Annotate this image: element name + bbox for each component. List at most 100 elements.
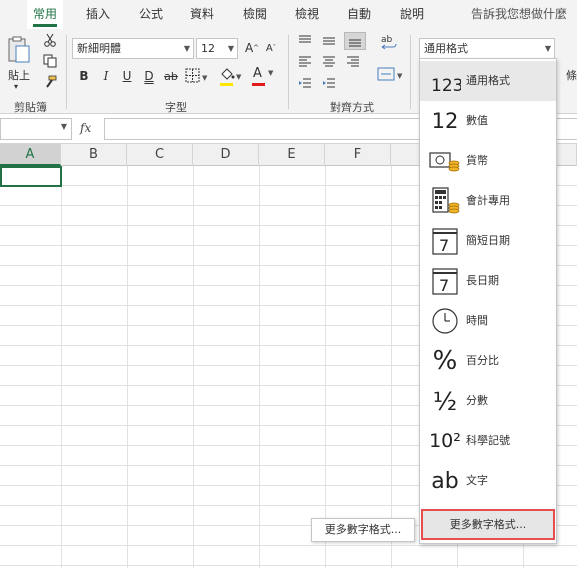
tab-review[interactable]: 檢閱 [243, 0, 267, 29]
ribbon-tabs: 常用 插入 公式 資料 檢閱 檢視 自動 說明 告訴我您想做什麼 [0, 0, 577, 29]
column-header-e[interactable]: E [259, 144, 325, 166]
tell-me-search[interactable]: 告訴我您想做什麼 [471, 0, 567, 29]
clock-icon [428, 301, 462, 341]
column-header-a[interactable]: A [0, 144, 61, 166]
increase-indent-icon[interactable] [320, 77, 338, 91]
double-underline-button[interactable]: D [140, 67, 158, 85]
format-item-short-date[interactable]: 7 簡短日期 [420, 221, 556, 261]
text-ab-icon: ab [431, 468, 459, 494]
column-header-b[interactable]: B [61, 144, 127, 166]
align-middle-icon[interactable] [320, 34, 338, 48]
grow-font-icon[interactable]: A ^ [243, 38, 261, 58]
format-label: 時間 [466, 314, 488, 327]
svg-text:123: 123 [431, 76, 461, 96]
format-label: 通用格式 [466, 74, 510, 87]
format-item-time[interactable]: 時間 [420, 301, 556, 341]
decrease-indent-icon[interactable] [296, 77, 314, 91]
more-number-formats-button[interactable]: 更多數字格式... [421, 509, 555, 540]
format-item-long-date[interactable]: 7 長日期 [420, 261, 556, 301]
shrink-font-icon[interactable]: Aˇ [262, 38, 280, 58]
font-size-combo[interactable]: 12 ▼ [196, 38, 238, 59]
accounting-icon [428, 181, 462, 221]
clipboard-group-label: 剪貼簿 [14, 101, 47, 114]
svg-text:▼: ▼ [397, 72, 403, 80]
number-12-icon: 12 [431, 109, 459, 133]
tab-insert[interactable]: 插入 [86, 0, 110, 29]
tab-help[interactable]: 說明 [400, 0, 424, 29]
paste-label[interactable]: 貼上 [8, 67, 30, 83]
underline-button[interactable]: U [118, 67, 136, 85]
align-center-icon[interactable] [320, 55, 338, 69]
format-item-percentage[interactable]: % 百分比 [420, 341, 556, 381]
format-label: 簡短日期 [466, 234, 510, 247]
shrink-font-arrow: ˇ [272, 44, 277, 52]
align-right-icon[interactable] [344, 55, 362, 69]
shrink-font-glyph: A [265, 42, 273, 54]
column-header-f[interactable]: F [325, 144, 391, 166]
tab-automate[interactable]: 自動 [347, 0, 371, 29]
align-top-icon[interactable] [296, 34, 314, 48]
font-size-value: 12 [201, 42, 215, 55]
name-box[interactable]: ▼ [0, 118, 72, 140]
chevron-down-icon: ▼ [183, 44, 190, 53]
italic-button[interactable]: I [97, 67, 115, 85]
font-color-icon[interactable]: A ▼ [250, 65, 278, 87]
svg-text:ab: ab [381, 35, 393, 45]
cut-icon[interactable] [42, 32, 58, 48]
format-label: 長日期 [466, 274, 499, 287]
paste-icon[interactable] [6, 35, 32, 65]
merge-center-icon[interactable]: ▼ [376, 65, 406, 83]
fill-color-icon[interactable]: ▼ [217, 65, 245, 87]
more-number-formats-tooltip: 更多數字格式... [311, 518, 415, 542]
insert-function-icon[interactable]: fx [80, 121, 91, 135]
svg-text:▼: ▼ [236, 73, 242, 81]
chevron-down-icon: ▼ [268, 69, 274, 77]
svg-text:7: 7 [439, 236, 449, 255]
align-left-icon[interactable] [296, 55, 314, 69]
format-painter-icon[interactable] [42, 74, 58, 90]
font-group-label: 字型 [165, 101, 187, 114]
format-label: 會計專用 [466, 194, 510, 207]
format-item-accounting[interactable]: 會計專用 [420, 181, 556, 221]
font-name-value: 新細明體 [77, 42, 121, 55]
percent-icon: % [432, 346, 458, 376]
tab-data[interactable]: 資料 [190, 0, 214, 29]
wrap-text-icon[interactable]: ab [378, 32, 400, 54]
format-item-number[interactable]: 12 數值 [420, 101, 556, 141]
active-cell-a1[interactable] [0, 166, 62, 187]
format-label: 分數 [466, 394, 488, 407]
conditional-format-partial-label[interactable]: 條 [566, 67, 577, 83]
format-item-text[interactable]: ab 文字 [420, 461, 556, 501]
tab-formulas[interactable]: 公式 [139, 0, 163, 29]
fraction-icon: ½ [432, 386, 458, 416]
copy-icon[interactable] [42, 53, 58, 69]
format-label: 數值 [466, 114, 488, 127]
strikethrough-button[interactable]: ab [161, 67, 181, 85]
format-item-fraction[interactable]: ½ 分數 [420, 381, 556, 421]
separator [288, 35, 289, 109]
font-color-letter: A [253, 66, 262, 81]
column-header-c[interactable]: C [127, 144, 193, 166]
grow-font-arrow: ^ [253, 44, 260, 52]
align-bottom-icon[interactable] [344, 32, 366, 50]
chevron-down-icon: ▼ [544, 44, 551, 53]
bold-button[interactable]: B [75, 67, 93, 85]
column-header-d[interactable]: D [193, 144, 259, 166]
general-123-icon: 123 [428, 61, 462, 101]
number-format-combo[interactable]: 通用格式 ▼ [419, 38, 555, 59]
format-item-scientific[interactable]: 10² 科學記號 [420, 421, 556, 461]
excel-window: 常用 插入 公式 資料 檢閱 檢視 自動 說明 告訴我您想做什麼 貼上 ▾ 剪貼… [0, 0, 577, 568]
format-item-general[interactable]: 123 通用格式 [420, 61, 556, 101]
grow-font-glyph: A [244, 41, 254, 55]
currency-icon [428, 141, 462, 181]
paste-caret-icon[interactable]: ▾ [14, 82, 18, 91]
borders-icon[interactable]: ▼ [184, 67, 210, 85]
calendar-short-icon: 7 [428, 221, 462, 261]
format-label: 科學記號 [466, 434, 510, 447]
tab-home[interactable]: 常用 [27, 0, 64, 29]
format-item-currency[interactable]: 貨幣 [420, 141, 556, 181]
separator [410, 35, 411, 109]
tab-view[interactable]: 檢視 [295, 0, 319, 29]
svg-text:▼: ▼ [202, 74, 208, 82]
font-name-combo[interactable]: 新細明體 ▼ [72, 38, 194, 59]
